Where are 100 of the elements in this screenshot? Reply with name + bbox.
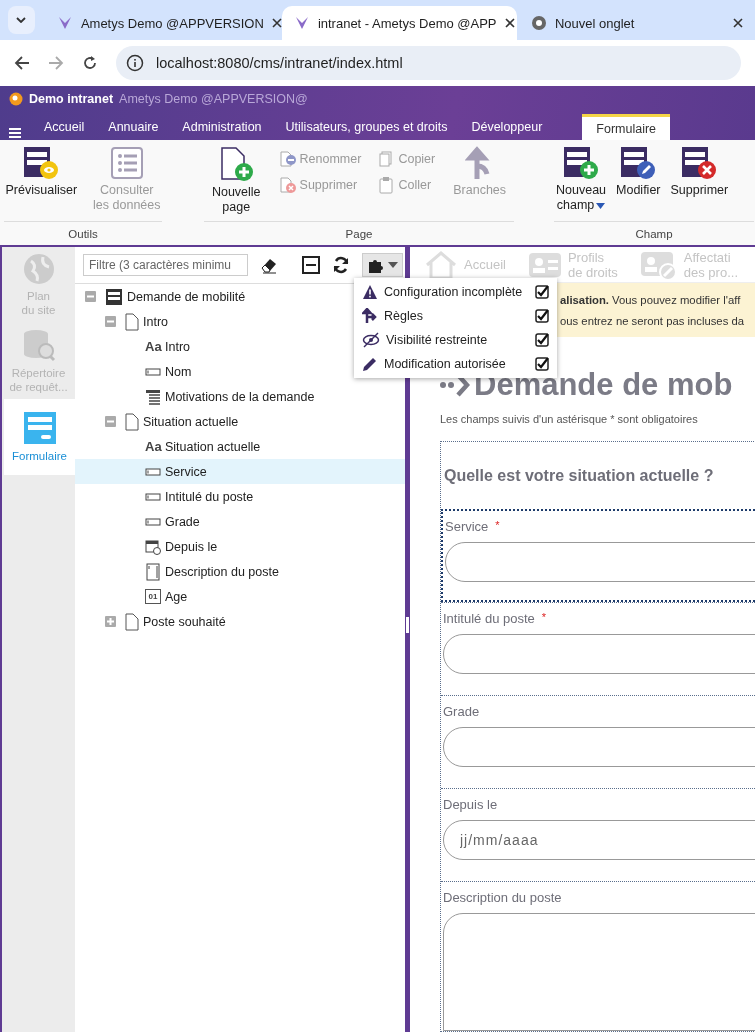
house-icon <box>424 249 458 280</box>
menu-item[interactable]: Règles <box>354 304 557 328</box>
tree-item[interactable]: Aa Intro <box>75 334 198 359</box>
close-icon <box>271 18 282 28</box>
chevron-down-icon <box>16 17 27 23</box>
caret-icon <box>388 262 398 268</box>
ribbon-button[interactable]: Nouveau champ <box>554 146 609 221</box>
input-field[interactable] <box>445 542 755 582</box>
new-page-icon <box>218 146 255 182</box>
ribbon-button[interactable]: Supprimer <box>668 146 731 221</box>
menu-item[interactable]: Configuration incomplète <box>354 280 557 304</box>
menu-icon <box>8 126 22 140</box>
expand-icon[interactable] <box>105 616 116 627</box>
tab-list-button[interactable] <box>8 6 35 34</box>
input-field[interactable] <box>443 727 755 767</box>
menu-tab[interactable]: Formulaire <box>582 114 671 140</box>
tree-item-label: Situation actuelle <box>143 414 239 429</box>
add-field-icon <box>563 146 599 180</box>
tree-item-label: Intitulé du poste <box>165 489 254 504</box>
tree-item[interactable]: Intro <box>75 309 176 334</box>
ribbon-button[interactable]: Modifier <box>614 146 663 221</box>
browser-tab[interactable]: Ametys Demo @APPVERSION <box>44 6 280 40</box>
input-field[interactable] <box>443 634 755 674</box>
date-field[interactable]: jj/mm/aaaa <box>443 820 755 860</box>
database-search-icon <box>21 328 56 362</box>
browser-tab[interactable]: intranet - Ametys Demo @APP <box>281 6 517 40</box>
section-title: Quelle est votre situation actuelle ? <box>443 465 715 486</box>
forward-icon <box>48 55 64 71</box>
tree-item[interactable]: Grade <box>75 509 208 534</box>
menu-tab[interactable]: Annuaire <box>96 114 171 140</box>
checkbox[interactable] <box>535 309 549 323</box>
collapse-icon[interactable] <box>105 416 116 427</box>
checkbox[interactable] <box>535 333 549 347</box>
field-label: Grade <box>443 704 481 719</box>
menu-tab[interactable]: Utilisateurs, groupes et droits <box>273 114 460 140</box>
tab-title: Nouvel onglet <box>554 15 636 31</box>
branch-icon <box>362 308 378 324</box>
field-label: Depuis le <box>443 797 499 812</box>
rich-text-icon <box>145 562 161 581</box>
browser-tab[interactable]: Nouvel onglet <box>518 6 755 40</box>
sidebar-item[interactable]: Formulaire <box>4 399 75 475</box>
eraser-icon <box>260 256 278 274</box>
tree-item[interactable]: Intitulé du poste <box>75 484 262 509</box>
reload-icon <box>82 55 98 71</box>
collapse-icon[interactable] <box>85 291 96 302</box>
pencil-icon <box>362 356 378 372</box>
form-icon <box>22 411 57 445</box>
tree-item[interactable]: Poste souhaité <box>75 609 234 634</box>
tree-item-label: Depuis le <box>165 539 218 554</box>
site-name: Demo intranet <box>29 92 114 106</box>
collapse-all-icon <box>302 256 320 274</box>
hidden-eye-icon <box>362 332 380 348</box>
required-mark: * <box>541 611 547 625</box>
ribbon-button[interactable]: Prévisualiser <box>3 146 80 221</box>
checkbox[interactable] <box>535 357 549 371</box>
refresh-icon <box>332 256 350 274</box>
tree-item[interactable]: Description du poste <box>75 559 287 584</box>
filter-menu-button[interactable] <box>362 253 403 277</box>
filter-field[interactable]: Filtre (3 caractères minimu <box>83 254 248 276</box>
edit-field-icon <box>620 146 657 180</box>
info-icon <box>126 54 144 72</box>
tab-title: intranet - Ametys Demo @APP <box>317 15 497 31</box>
group-title: Page <box>344 226 374 242</box>
page-icon <box>125 312 139 331</box>
menu-tab[interactable]: Développeur <box>459 114 555 140</box>
tree-item[interactable]: Aa Situation actuelle <box>75 434 269 459</box>
collapse-icon[interactable] <box>105 316 116 327</box>
calendar-icon <box>145 538 161 555</box>
number-field-icon: 01 <box>145 589 161 604</box>
menu-tab[interactable]: Administration <box>170 114 274 140</box>
warning-icon <box>362 284 378 300</box>
tree-item[interactable]: 01 Age <box>75 584 196 609</box>
text-area-icon <box>145 388 161 405</box>
form-icon <box>105 287 123 306</box>
tab-title: Ametys Demo @APPVERSION <box>80 15 264 31</box>
tree-item[interactable]: Depuis le <box>75 534 226 559</box>
tree-item[interactable]: Demande de mobilité <box>75 284 254 309</box>
page-icon <box>125 612 139 631</box>
group-title: Champ <box>634 226 674 242</box>
ribbon-button[interactable]: Nouvelle page <box>209 146 263 221</box>
tree-item[interactable]: Motivations de la demande <box>75 384 323 409</box>
preview-icon <box>23 146 60 180</box>
delete-icon <box>278 176 297 194</box>
tree-item-label: Nom <box>165 364 192 379</box>
address-field[interactable]: localhost:8080/cms/intranet/index.html <box>116 46 741 80</box>
tree-item[interactable]: Nom <box>75 359 200 384</box>
menu-tab[interactable]: Accueil <box>32 114 97 140</box>
page-icon <box>125 412 139 431</box>
menu-item[interactable]: Visibilité restreinte <box>354 328 557 352</box>
splitter-handle[interactable] <box>406 617 409 633</box>
checkbox[interactable] <box>535 285 549 299</box>
globe-icon <box>530 15 547 31</box>
tree-item-label: Demande de mobilité <box>127 289 246 304</box>
tree-item[interactable]: Service <box>75 459 405 484</box>
list-icon <box>109 146 144 180</box>
tree-item-label: Grade <box>165 514 200 529</box>
tree-item-label: Poste souhaité <box>143 614 226 629</box>
tree-item[interactable]: Situation actuelle <box>75 409 247 434</box>
tree-item-label: Age <box>165 589 188 604</box>
menu-item[interactable]: Modification autorisée <box>354 352 557 376</box>
